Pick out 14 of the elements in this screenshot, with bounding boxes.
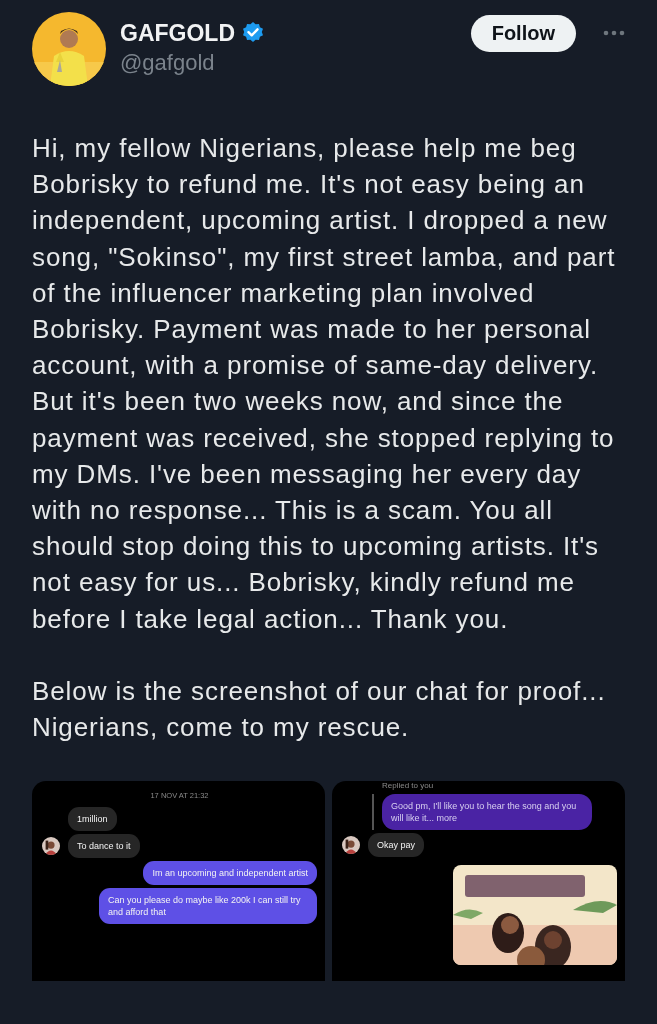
sent-message: Can you please do maybe like 200k I can still try and afford that: [99, 888, 317, 925]
reply-label: Replied to you: [382, 781, 434, 790]
follow-button[interactable]: Follow: [470, 15, 576, 52]
quoted-message: Good pm, I'll like you to hear the song and you will like it... more: [382, 794, 592, 831]
received-message: Okay pay: [368, 833, 425, 858]
sent-message: Im an upcoming and independent artist: [143, 861, 317, 886]
more-icon[interactable]: [603, 30, 625, 36]
received-message: 1million: [68, 807, 117, 832]
post-text: Below is the screenshot of our chat for proof... Nigerians, come to my rescue.: [32, 674, 607, 745]
received-message: To dance to it: [68, 834, 140, 859]
chat-screenshot[interactable]: Replied to you Good pm, I'll like you to hear the song and you will like it... more Okay pay: [332, 781, 625, 982]
author-handle: @gafgold: [120, 49, 216, 77]
post-text: Hi, my fellow Nigerians, please help me beg Bobrisky to refund me. It's not easy being an independent, upcoming artist. I dropped a new song, "Sokinso", my first street lamba, and part of the influencer marketing plan involved Bobrisky. Payment was made to her personal account, with a promise of same-day delivery. But it's been two weeks now, and since the payment was received, she stopped replying to my DMs. I've been messaging her every day with no response... This is a scam. You all should stop doing this to upcoming artists. It's not easy for us... Bobrisky, kindly refund me before I take legal action... Thank you.: [32, 132, 617, 636]
author-name: GAFGOLD: [120, 19, 235, 48]
